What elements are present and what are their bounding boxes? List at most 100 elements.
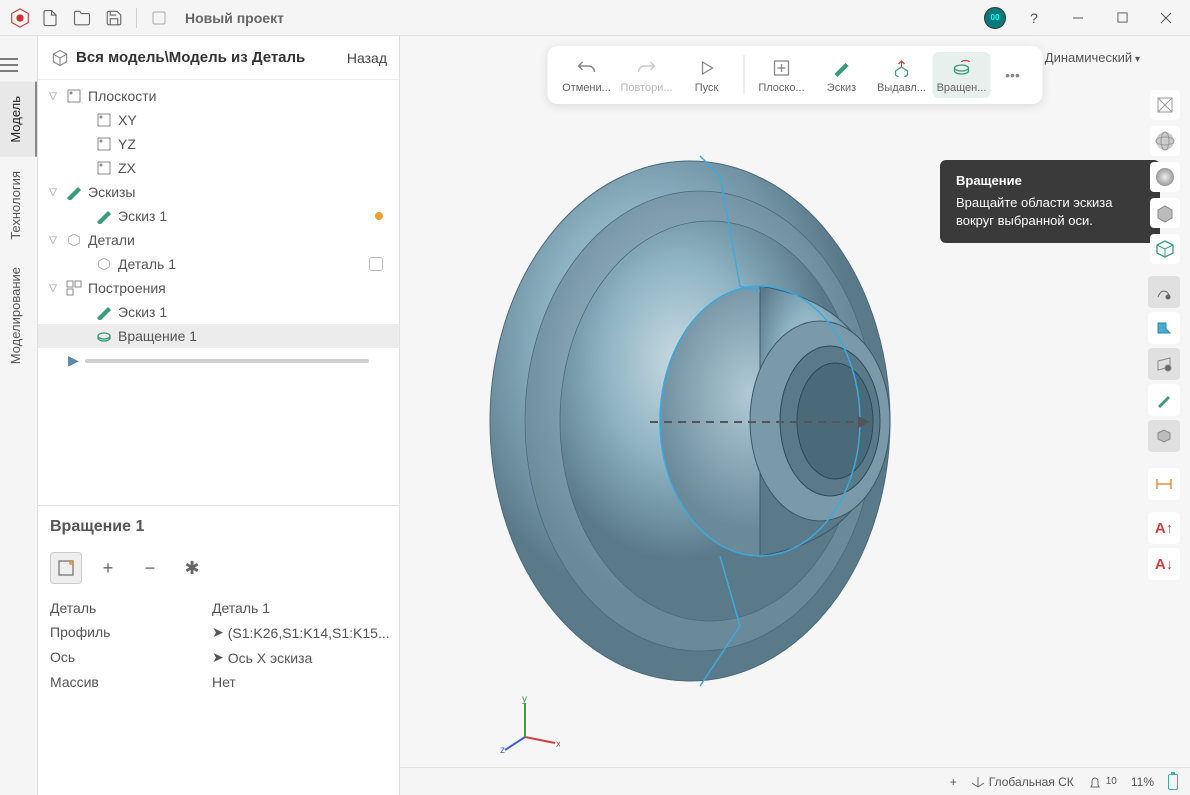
- extrude-button[interactable]: Выдавл...: [873, 52, 931, 98]
- tab-model[interactable]: Модель: [0, 82, 37, 157]
- user-avatar[interactable]: 00: [984, 7, 1006, 29]
- undo-icon: [577, 56, 597, 80]
- revolve-icon: [952, 56, 972, 80]
- sketch-button[interactable]: Эскиз: [813, 52, 871, 98]
- tooltip-title: Вращение: [956, 172, 1144, 190]
- timeline-track[interactable]: [85, 359, 369, 363]
- intersect-button[interactable]: ✱: [176, 552, 208, 584]
- new-file-button[interactable]: [36, 4, 64, 32]
- svg-text:x: x: [556, 739, 560, 750]
- display-mode-toolbar: [1148, 90, 1182, 264]
- tree-node-xy[interactable]: XY: [38, 108, 399, 132]
- main-area: Модель Технология Моделирование Вся моде…: [0, 36, 1190, 795]
- properties-toolbar: + − ✱: [50, 552, 387, 584]
- part-icon: [94, 254, 114, 274]
- tree-node-yz[interactable]: YZ: [38, 132, 399, 156]
- realistic-mode-button[interactable]: [1150, 234, 1180, 264]
- annotation-up-button[interactable]: A↑: [1148, 512, 1180, 544]
- redo-button[interactable]: Повтори...: [618, 52, 676, 98]
- vis-sketches-button[interactable]: [1148, 384, 1180, 416]
- cursor-icon: ➤: [212, 624, 224, 641]
- play-icon[interactable]: ▶: [68, 352, 79, 369]
- minimize-button[interactable]: [1062, 4, 1094, 32]
- vis-bodies-button[interactable]: [1148, 420, 1180, 452]
- run-button[interactable]: Пуск: [678, 52, 736, 98]
- tree-node-planes[interactable]: ▽ Плоскости: [38, 84, 399, 108]
- tab-modeling[interactable]: Моделирование: [0, 253, 37, 378]
- history-timeline[interactable]: ▶: [38, 348, 399, 373]
- plane-icon: [94, 110, 114, 130]
- zoom-level[interactable]: 11%: [1131, 775, 1154, 789]
- visibility-toolbar: A↑ A↓: [1148, 276, 1182, 580]
- axis-gizmo[interactable]: x y z: [500, 695, 560, 755]
- open-file-button[interactable]: [68, 4, 96, 32]
- revolve-button[interactable]: Вращен...: [933, 52, 991, 98]
- tree-label: Детали: [88, 232, 391, 248]
- chevron-down-icon[interactable]: ▽: [46, 187, 60, 198]
- view-mode-dropdown[interactable]: Динамический: [1045, 50, 1140, 65]
- prop-value-array[interactable]: Нет: [212, 674, 390, 690]
- tree-node-sketch1[interactable]: Эскиз 1: [38, 204, 399, 228]
- titlebar: Новый проект 00 ?: [0, 0, 1190, 36]
- left-panel: Вся модель\Модель из Деталь Назад ▽ Плос…: [38, 36, 400, 795]
- wireframe-mode-button[interactable]: [1150, 90, 1180, 120]
- prop-label-axis: Ось: [50, 649, 200, 666]
- tooltip-body: Вращайте области эскиза вокруг выбранной…: [956, 194, 1144, 230]
- prop-value-profile[interactable]: ➤(S1:K26,S1:K14,S1:K15...: [212, 624, 390, 641]
- tree-node-part1[interactable]: Деталь 1: [38, 252, 399, 276]
- vis-dimensions-button[interactable]: [1148, 468, 1180, 500]
- annotation-down-button[interactable]: A↓: [1148, 548, 1180, 580]
- notifications-button[interactable]: 10: [1088, 775, 1117, 789]
- chevron-down-icon[interactable]: ▽: [46, 283, 60, 294]
- back-button[interactable]: Назад: [347, 50, 387, 66]
- close-button[interactable]: [1150, 4, 1182, 32]
- chevron-down-icon[interactable]: ▽: [46, 235, 60, 246]
- tree-node-sketches[interactable]: ▽ Эскизы: [38, 180, 399, 204]
- tree-label: Эскиз 1: [118, 304, 391, 320]
- solid-mode-button[interactable]: [1150, 198, 1180, 228]
- tree-label: ZX: [118, 160, 391, 176]
- tree-label: XY: [118, 112, 391, 128]
- help-button[interactable]: ?: [1018, 4, 1050, 32]
- maximize-button[interactable]: [1106, 4, 1138, 32]
- tree-node-constr-sketch1[interactable]: Эскиз 1: [38, 300, 399, 324]
- prop-value-axis[interactable]: ➤Ось X эскиза: [212, 649, 390, 666]
- vis-planes-button[interactable]: [1148, 348, 1180, 380]
- viewport-3d[interactable]: Динамический Отмени... Повтори... Пуск П…: [400, 36, 1190, 795]
- vis-curves-button[interactable]: [1148, 276, 1180, 308]
- construction-icon: [64, 278, 84, 298]
- tree-label: YZ: [118, 136, 391, 152]
- tab-technology[interactable]: Технология: [0, 157, 37, 254]
- add-button[interactable]: +: [92, 552, 124, 584]
- tree-node-constructions[interactable]: ▽ Построения: [38, 276, 399, 300]
- more-tools-button[interactable]: •••: [993, 67, 1033, 83]
- mesh-mode-button[interactable]: [1150, 126, 1180, 156]
- redo-icon: [637, 56, 657, 80]
- add-button[interactable]: +: [950, 775, 957, 789]
- tree-node-zx[interactable]: ZX: [38, 156, 399, 180]
- save-file-button[interactable]: [100, 4, 128, 32]
- tree-label: Вращение 1: [118, 328, 391, 344]
- chevron-down-icon[interactable]: ▽: [46, 91, 60, 102]
- project-title: Новый проект: [185, 10, 284, 26]
- properties-panel: Вращение 1 + − ✱ Деталь Деталь 1 Профиль…: [38, 505, 399, 795]
- prop-value-part[interactable]: Деталь 1: [212, 600, 390, 616]
- prop-label-profile: Профиль: [50, 624, 200, 641]
- plane-button[interactable]: Плоско...: [753, 52, 811, 98]
- undo-button[interactable]: Отмени...: [558, 52, 616, 98]
- breadcrumb[interactable]: Вся модель\Модель из Деталь: [50, 48, 347, 68]
- plane-icon: [773, 56, 791, 80]
- subtract-button[interactable]: −: [134, 552, 166, 584]
- window-icon[interactable]: [145, 4, 173, 32]
- shaded-mode-button[interactable]: [1150, 162, 1180, 192]
- vis-machining-button[interactable]: [1148, 312, 1180, 344]
- tree-node-parts[interactable]: ▽ Детали: [38, 228, 399, 252]
- main-toolbar: Отмени... Повтори... Пуск Плоско... Эски…: [548, 46, 1043, 104]
- visibility-checkbox[interactable]: [369, 257, 383, 271]
- panel-header: Вся модель\Модель из Деталь Назад: [38, 36, 399, 80]
- select-region-button[interactable]: [50, 552, 82, 584]
- svg-text:y: y: [522, 695, 527, 705]
- coord-system-selector[interactable]: Глобальная СК: [971, 775, 1074, 789]
- menu-button[interactable]: [0, 48, 37, 82]
- tree-node-revolve1[interactable]: Вращение 1: [38, 324, 399, 348]
